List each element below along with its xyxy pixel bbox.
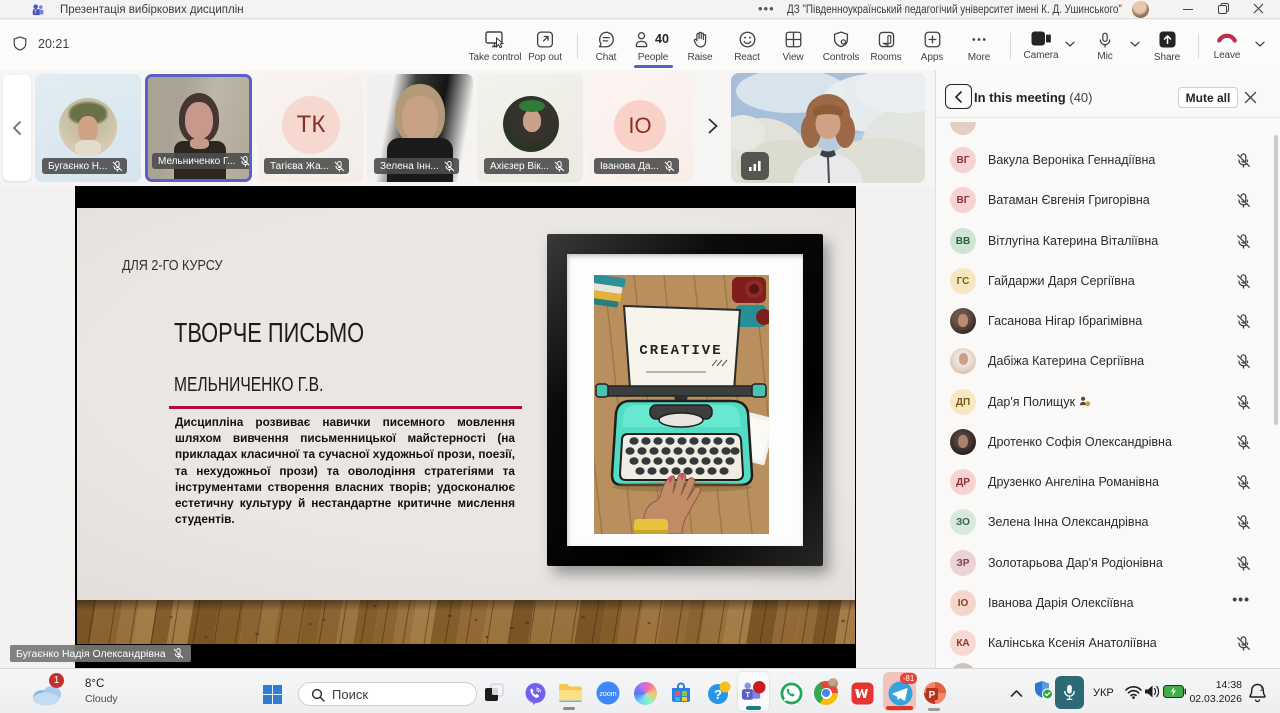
svg-text:T: T: [34, 10, 37, 16]
svg-text:?: ?: [714, 687, 722, 702]
svg-text:z: z: [1260, 686, 1264, 693]
svg-text:CREATIVE: CREATIVE: [639, 343, 722, 359]
svg-text:P: P: [929, 690, 936, 701]
svg-text:zoom: zoom: [599, 691, 616, 698]
svg-text:T: T: [745, 690, 750, 699]
